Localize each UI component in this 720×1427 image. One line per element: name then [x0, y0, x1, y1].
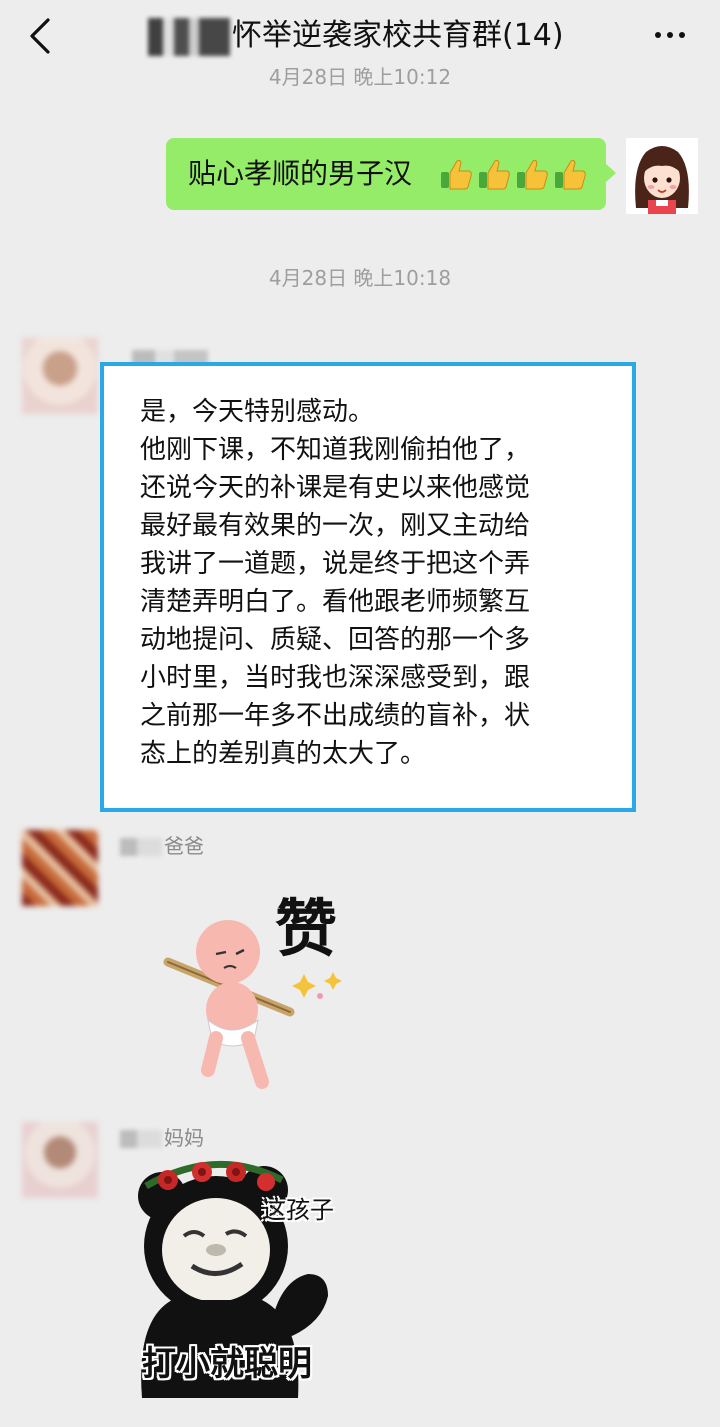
timestamp: 4月28日 晚上10:18: [268, 266, 452, 290]
self-avatar[interactable]: [626, 138, 698, 214]
emoji-group: [438, 156, 588, 192]
message-line: 最好最有效果的一次，刚又主动给: [140, 511, 531, 541]
thumbs-up-icon: [555, 159, 586, 190]
sender-name-redaction: [120, 838, 162, 856]
sender-avatar[interactable]: [22, 338, 98, 414]
thumbs-up-icon: [441, 159, 472, 190]
incoming-message-bubble[interactable]: 是，今天特别感动。 他刚下课，不知道我刚偷拍他了， 还说今天的补课是有史以来他感…: [100, 362, 636, 812]
sticker-top-text: 这孩子: [262, 1196, 334, 1224]
title-redaction: [148, 18, 230, 56]
message-line: 是，今天特别感动。: [140, 397, 375, 427]
thumbs-up-icon: [479, 159, 510, 190]
more-dot: [679, 32, 685, 38]
message-text: 贴心孝顺的男子汉: [188, 157, 413, 190]
message-line: 之前那一年多不出成绩的盲补，状: [140, 701, 531, 731]
message-line: 态上的差别真的太大了。: [140, 739, 427, 769]
message-line: 动地提问、质疑、回答的那一个多: [140, 625, 531, 655]
baby-sticker-icon: 赞: [163, 892, 342, 1089]
more-button[interactable]: [648, 20, 692, 50]
sticker-caption: 打小就聪明: [142, 1344, 312, 1384]
sender-name: 爸爸: [164, 834, 204, 858]
thumbs-up-icon: [517, 159, 548, 190]
message-line: 小时里，当时我也深深感受到，跟: [140, 663, 531, 693]
more-dot: [667, 32, 673, 38]
message-line: 清楚弄明白了。看他跟老师频繁互: [140, 587, 531, 617]
sticker-like[interactable]: 赞: [150, 870, 360, 1100]
message-line: 他刚下课，不知道我刚偷拍他了，: [140, 435, 531, 465]
timestamp: 4月28日 晚上10:12: [268, 66, 452, 89]
sender-avatar[interactable]: [22, 1122, 98, 1198]
message-line: 还说今天的补课是有史以来他感觉: [140, 473, 531, 503]
chevron-left-icon: [30, 18, 50, 54]
sticker-text: 赞: [275, 892, 337, 965]
sender-name-redaction: [120, 1130, 162, 1148]
self-message-bubble[interactable]: 贴心孝顺的男子汉: [166, 138, 616, 210]
message-line: 我讲了一道题，说是终于把这个弄: [140, 549, 531, 579]
more-dots-icon: [655, 32, 661, 38]
sender-name: 妈妈: [164, 1126, 204, 1150]
back-button[interactable]: [22, 14, 62, 58]
chat-header: 怀举逆袭家校共育群(14): [0, 0, 720, 72]
sender-avatar[interactable]: [22, 830, 98, 906]
chat-title: 怀举逆袭家校共育群(14): [232, 18, 564, 53]
